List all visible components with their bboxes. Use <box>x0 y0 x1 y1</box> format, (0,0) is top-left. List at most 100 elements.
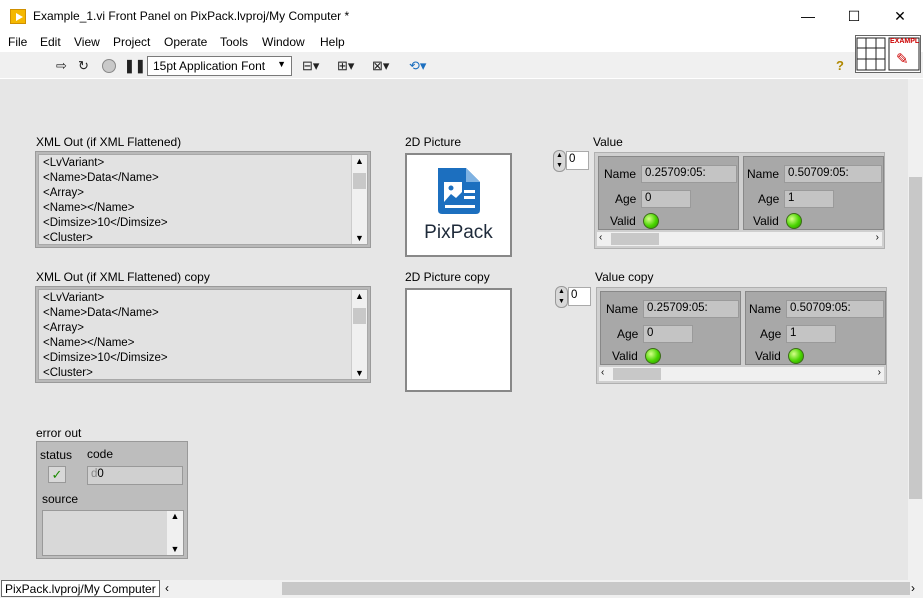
valid-led[interactable] <box>643 213 659 229</box>
minimize-button[interactable]: — <box>785 0 831 32</box>
scroll-right-icon[interactable]: › <box>876 232 879 243</box>
value-array-scrollbar[interactable]: ‹ › <box>597 232 882 246</box>
scroll-right-icon[interactable]: › <box>911 581 915 595</box>
scroll-down-icon[interactable]: ▼ <box>167 544 183 554</box>
scroll-up-icon[interactable]: ▲ <box>352 156 367 166</box>
chevron-down-icon: ▼ <box>277 59 286 69</box>
scroll-thumb[interactable] <box>611 233 659 245</box>
valid-label: Valid <box>612 349 638 363</box>
xml-out-copy-scrollbar[interactable]: ▲ ▼ <box>351 290 367 379</box>
menu-operate[interactable]: Operate <box>164 35 207 49</box>
font-select-value: 15pt Application Font <box>153 59 266 73</box>
age-field[interactable]: 1 <box>784 190 834 208</box>
value-copy-index-control[interactable]: ▲ ▼ 0 <box>555 286 591 308</box>
xml-line: <Name></Name> <box>43 337 135 349</box>
abort-icon[interactable] <box>102 59 116 73</box>
name-label: Name <box>747 167 780 181</box>
age-field[interactable]: 0 <box>641 190 691 208</box>
code-label: code <box>87 447 114 461</box>
value-copy-array: Name 0.25709:05: Age 0 Valid Name 0.5070… <box>596 287 887 384</box>
name-field[interactable]: 0.50709:05: <box>786 300 884 318</box>
align-icon[interactable]: ⊟▾ <box>302 58 319 74</box>
valid-label: Valid <box>610 214 636 228</box>
help-icon[interactable]: ? <box>836 58 844 73</box>
project-context-label: PixPack.lvproj/My Computer <box>1 580 160 597</box>
name-label: Name <box>604 167 637 181</box>
scroll-down-icon[interactable]: ▼ <box>352 368 367 378</box>
xml-out-scrollbar[interactable]: ▲ ▼ <box>351 155 367 244</box>
xml-line: <Cluster> <box>43 232 93 244</box>
distribute-icon[interactable]: ⊞▾ <box>337 58 354 74</box>
valid-label: Valid <box>755 349 781 363</box>
valid-led[interactable] <box>645 348 661 364</box>
index-spinner-icon[interactable]: ▲ ▼ <box>553 150 566 172</box>
scroll-right-icon[interactable]: › <box>878 367 881 378</box>
horizontal-scroll-thumb[interactable] <box>282 582 910 595</box>
valid-label: Valid <box>753 214 779 228</box>
menu-view[interactable]: View <box>74 35 100 49</box>
name-value: 0.25709:05: <box>647 302 708 314</box>
menu-edit[interactable]: Edit <box>40 35 61 49</box>
name-field[interactable]: 0.50709:05: <box>784 165 882 183</box>
scroll-up-icon[interactable]: ▲ <box>352 291 367 301</box>
menu-tools[interactable]: Tools <box>220 35 248 49</box>
code-value: 0 <box>97 468 104 480</box>
scroll-thumb[interactable] <box>613 368 661 380</box>
vi-icon-text: EXAMPL <box>890 38 920 45</box>
labview-app-icon <box>10 9 26 24</box>
pause-icon[interactable]: ❚❚ <box>124 58 146 74</box>
scroll-left-icon[interactable]: ‹ <box>599 232 602 243</box>
age-field[interactable]: 0 <box>643 325 693 343</box>
source-label: source <box>42 492 79 506</box>
cluster-element: Name 0.25709:05: Age 0 Valid <box>600 291 741 365</box>
status-check-icon[interactable]: ✓ <box>48 466 66 483</box>
age-label: Age <box>760 327 782 341</box>
source-field[interactable]: ▲ ▼ <box>42 510 184 556</box>
code-field[interactable]: d0 <box>87 466 183 485</box>
maximize-button[interactable]: ☐ <box>831 0 877 32</box>
name-label: Name <box>606 302 639 316</box>
scroll-left-icon[interactable]: ‹ <box>165 581 169 595</box>
scroll-thumb[interactable] <box>353 173 366 189</box>
reorder-icon[interactable]: ⟲▾ <box>409 58 426 74</box>
menu-file[interactable]: File <box>8 35 27 49</box>
value-index-control[interactable]: ▲ ▼ 0 <box>553 150 589 172</box>
scroll-thumb[interactable] <box>353 308 366 324</box>
run-arrow-icon[interactable]: ⇨ <box>56 58 67 74</box>
scroll-up-icon[interactable]: ▲ <box>167 511 183 521</box>
name-field[interactable]: 0.25709:05: <box>643 300 739 318</box>
valid-led[interactable] <box>786 213 802 229</box>
xml-out-indicator: <LvVariant> <Name>Data</Name> <Array> <N… <box>35 151 371 248</box>
resize-icon[interactable]: ⊠▾ <box>372 58 389 74</box>
xml-line: <Cluster> <box>43 367 93 379</box>
source-scrollbar[interactable]: ▲ ▼ <box>167 511 183 555</box>
age-field[interactable]: 1 <box>786 325 836 343</box>
menu-help[interactable]: Help <box>320 35 345 49</box>
name-field[interactable]: 0.25709:05: <box>641 165 737 183</box>
xml-line: <Name></Name> <box>43 202 135 214</box>
xml-line: <Dimsize>10</Dimsize> <box>43 352 168 364</box>
run-continuous-icon[interactable]: ↻ <box>78 58 89 74</box>
index-value[interactable]: 0 <box>566 151 589 170</box>
index-spinner-icon[interactable]: ▲ ▼ <box>555 286 568 308</box>
picture-label: 2D Picture <box>405 135 462 149</box>
font-select[interactable]: 15pt Application Font ▼ <box>147 56 292 76</box>
value-label: Value <box>593 135 623 149</box>
index-value[interactable]: 0 <box>568 287 591 306</box>
vi-connector-pane[interactable]: EXAMPL ✎ <box>855 35 921 73</box>
xml-out-copy-label: XML Out (if XML Flattened) copy <box>36 270 210 284</box>
age-label: Age <box>758 192 780 206</box>
value-copy-array-scrollbar[interactable]: ‹ › <box>599 367 884 381</box>
xml-line: <Name>Data</Name> <box>43 307 159 319</box>
cluster-element: Name 0.50709:05: Age 1 Valid <box>745 291 886 365</box>
xml-out-label: XML Out (if XML Flattened) <box>36 135 182 149</box>
menu-project[interactable]: Project <box>113 35 150 49</box>
close-button[interactable]: ✕ <box>877 0 923 32</box>
scroll-down-icon[interactable]: ▼ <box>352 233 367 243</box>
scroll-left-icon[interactable]: ‹ <box>601 367 604 378</box>
picture-copy-label: 2D Picture copy <box>405 270 490 284</box>
vertical-scroll-thumb[interactable] <box>909 177 922 499</box>
valid-led[interactable] <box>788 348 804 364</box>
error-out-label: error out <box>36 426 82 440</box>
menu-window[interactable]: Window <box>262 35 305 49</box>
